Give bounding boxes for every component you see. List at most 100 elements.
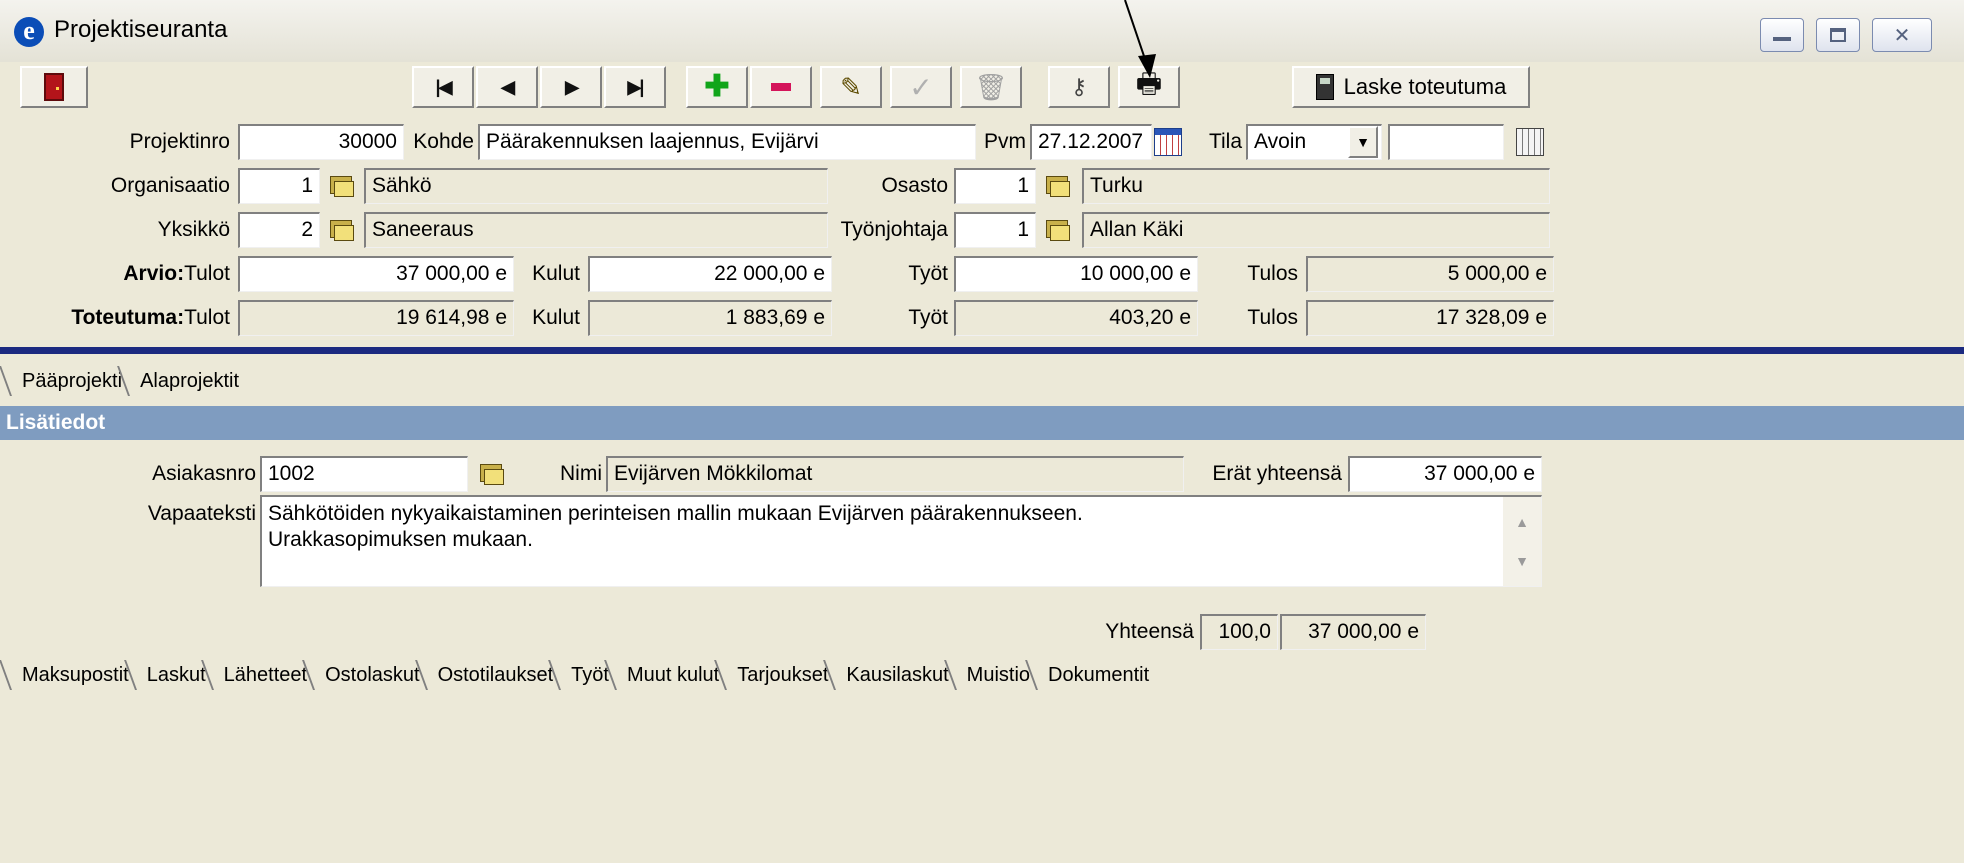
projektinro-field[interactable]: 30000: [238, 124, 404, 160]
remove-button[interactable]: [750, 66, 812, 108]
arvio-tyot-field[interactable]: 10 000,00 e: [954, 256, 1198, 292]
nimi-label: Nimi: [560, 462, 602, 485]
exit-button[interactable]: [20, 66, 88, 108]
tila-dropdown-icon[interactable]: ▼: [1348, 126, 1378, 158]
date-picker-icon[interactable]: [1154, 128, 1182, 156]
textarea-scrollbar[interactable]: ▲ ▼: [1503, 497, 1541, 586]
maximize-button[interactable]: [1816, 18, 1860, 52]
calculator-icon: [1315, 74, 1334, 100]
tab-laskut[interactable]: Laskut: [135, 660, 212, 690]
yksikko-browse-icon[interactable]: [328, 216, 356, 244]
tab-alaprojektit[interactable]: Alaprojektit: [128, 366, 245, 396]
last-record-icon: ▶|: [627, 76, 645, 97]
previous-record-icon: ◀: [501, 76, 515, 97]
osasto-browse-icon[interactable]: [1044, 172, 1072, 200]
calendar-icon[interactable]: [1516, 128, 1544, 156]
arvio-kulut-label: Kulut: [532, 262, 580, 285]
toteutuma-tulot-field: 19 614,98 e: [238, 300, 514, 336]
next-record-button[interactable]: ▶: [540, 66, 602, 108]
detail-tabs: Maksupostit Laskut Lähetteet Ostolaskut …: [10, 660, 1155, 692]
first-record-button[interactable]: |◀: [412, 66, 474, 108]
last-record-button[interactable]: ▶|: [604, 66, 666, 108]
yksikko-name: Saneeraus: [364, 212, 828, 248]
search-button[interactable]: ⚷: [1048, 66, 1110, 108]
toteutuma-kulut-field: 1 883,69 e: [588, 300, 832, 336]
tab-muistio[interactable]: Muistio: [955, 660, 1036, 690]
tab-muut-kulut[interactable]: Muut kulut: [615, 660, 725, 690]
tyonjohtaja-id-field[interactable]: 1: [954, 212, 1036, 248]
pvm-label: Pvm: [984, 130, 1026, 153]
asiakas-browse-icon[interactable]: [478, 460, 506, 488]
organisaatio-id-field[interactable]: 1: [238, 168, 320, 204]
toteutuma-tyot-field: 403,20 e: [954, 300, 1198, 336]
osasto-name: Turku: [1082, 168, 1550, 204]
first-record-icon: |◀: [435, 76, 453, 97]
erat-yhteensa-field[interactable]: 37 000,00 e: [1348, 456, 1542, 492]
tab-lahetteet[interactable]: Lähetteet: [212, 660, 313, 690]
tab-maksupostit[interactable]: Maksupostit: [10, 660, 135, 690]
projektinro-label: Projektinro: [129, 130, 230, 153]
minimize-icon: [1773, 37, 1791, 41]
toteutuma-kulut-label: Kulut: [532, 306, 580, 329]
app-logo-icon: e: [14, 17, 44, 47]
scroll-up-icon[interactable]: ▲: [1515, 509, 1529, 535]
yksikko-label: Yksikkö: [157, 218, 230, 241]
kohde-label: Kohde: [413, 130, 474, 153]
tab-dokumentit[interactable]: Dokumentit: [1036, 660, 1155, 690]
yhteensa-label: Yhteensä: [1105, 620, 1194, 643]
organisaatio-name: Sähkö: [364, 168, 828, 204]
accept-button[interactable]: ✓: [890, 66, 952, 108]
organisaatio-browse-icon[interactable]: [328, 172, 356, 200]
osasto-id-field[interactable]: 1: [954, 168, 1036, 204]
title-bar: e Projektiseuranta ✕: [0, 0, 1964, 62]
section-divider: [0, 347, 1964, 354]
arvio-tulot-field[interactable]: 37 000,00 e: [238, 256, 514, 292]
vapaateksti-textarea[interactable]: Sähkötöiden nykyaikaistaminen perinteise…: [260, 495, 1542, 587]
tab-paaprojekti[interactable]: Pääprojekti: [10, 366, 129, 396]
plus-icon: ✚: [704, 70, 730, 103]
toteutuma-row-label: Toteutuma:Tulot: [71, 306, 230, 329]
tab-ostolaskut[interactable]: Ostolaskut: [313, 660, 425, 690]
add-button[interactable]: ✚: [686, 66, 748, 108]
calculate-button[interactable]: Laske toteutuma: [1292, 66, 1530, 108]
toteutuma-tulos-field: 17 328,09 e: [1306, 300, 1554, 336]
door-icon: [44, 73, 64, 101]
toteutuma-tyot-label: Työt: [908, 306, 948, 329]
minus-icon: [771, 83, 791, 91]
yhteensa-percent: 100,0: [1200, 614, 1278, 650]
pvm-field[interactable]: 27.12.2007: [1030, 124, 1152, 160]
arvio-tulos-field: 5 000,00 e: [1306, 256, 1554, 292]
arvio-row-label: Arvio:Tulot: [123, 262, 230, 285]
toteutuma-tulos-label: Tulos: [1247, 306, 1298, 329]
vapaateksti-line-2: Urakkasopimuksen mukaan.: [268, 528, 533, 551]
yksikko-id-field[interactable]: 2: [238, 212, 320, 248]
minimize-button[interactable]: [1760, 18, 1804, 52]
tab-tarjoukset[interactable]: Tarjoukset: [725, 660, 834, 690]
printer-icon: 🖶: [1135, 68, 1163, 99]
trash-icon: 🗑: [974, 71, 1008, 102]
lisatiedot-header: Lisätiedot: [0, 406, 1964, 440]
tyonjohtaja-label: Työnjohtaja: [840, 218, 948, 241]
previous-record-button[interactable]: ◀: [476, 66, 538, 108]
edit-button[interactable]: ✎: [820, 66, 882, 108]
tyonjohtaja-name: Allan Käki: [1082, 212, 1550, 248]
organisaatio-label: Organisaatio: [110, 174, 230, 197]
tab-ostotilaukset[interactable]: Ostotilaukset: [426, 660, 560, 690]
delete-button[interactable]: 🗑: [960, 66, 1022, 108]
asiakasnro-field[interactable]: 1002: [260, 456, 468, 492]
nimi-field: Evijärven Mökkilomat: [606, 456, 1184, 492]
tyonjohtaja-browse-icon[interactable]: [1044, 216, 1072, 244]
kohde-field[interactable]: Päärakennuksen laajennus, Evijärvi: [478, 124, 976, 160]
check-icon: ✓: [909, 71, 933, 103]
tab-kausilaskut[interactable]: Kausilaskut: [834, 660, 954, 690]
scroll-down-icon[interactable]: ▼: [1515, 548, 1529, 574]
arvio-tyot-label: Työt: [908, 262, 948, 285]
arvio-kulut-field[interactable]: 22 000,00 e: [588, 256, 832, 292]
next-record-icon: ▶: [565, 76, 579, 97]
tila-extra-field[interactable]: [1388, 124, 1504, 160]
vapaateksti-line-1: Sähkötöiden nykyaikaistaminen perinteise…: [268, 502, 1083, 525]
close-button[interactable]: ✕: [1872, 18, 1932, 52]
print-button[interactable]: 🖶: [1118, 66, 1180, 108]
vapaateksti-label: Vapaateksti: [147, 502, 256, 525]
calculate-label: Laske toteutuma: [1343, 74, 1507, 99]
